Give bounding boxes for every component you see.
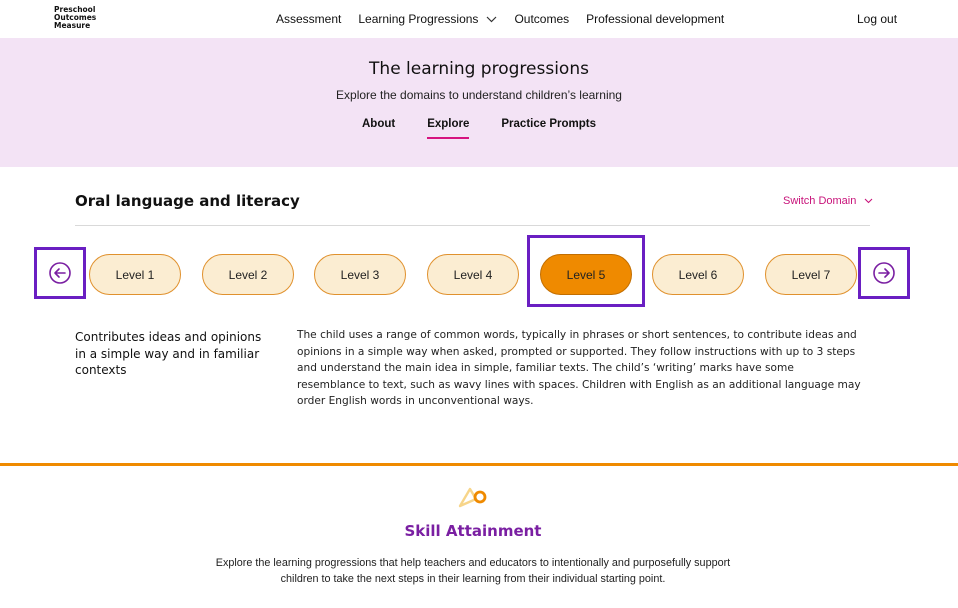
site-logo[interactable]: Preschool Outcomes Measure [54,6,114,30]
page-title: The learning progressions [369,59,589,79]
logo-line-3: Measure [54,21,91,30]
next-level-button[interactable] [858,247,910,299]
level-7-button[interactable]: Level 7 [765,254,857,295]
nav-item-label: Professional development [586,12,725,26]
divider [75,225,870,226]
switch-domain-label: Switch Domain [783,195,857,207]
chevron-down-icon [486,12,497,26]
hero-banner: The learning progressions Explore the do… [0,38,958,167]
page-subtitle: Explore the domains to understand childr… [336,88,622,102]
section-divider [0,463,958,466]
level-3-button[interactable]: Level 3 [314,254,406,295]
switch-domain-button[interactable]: Switch Domain [783,195,873,207]
tab-about[interactable]: About [362,118,395,136]
logout-link[interactable]: Log out [857,12,897,26]
nav-item-outcomes[interactable]: Outcomes [514,12,569,26]
nav-item-assessment[interactable]: Assessment [276,12,341,26]
domain-title: Oral language and literacy [75,192,300,210]
nav-item-professional-development[interactable]: Professional development [586,12,724,26]
level-description: The child uses a range of common words, … [297,329,861,408]
arrow-right-icon [873,262,895,284]
skill-attainment-icon [458,487,487,508]
top-navigation: Preschool Outcomes Measure Assessment Le… [0,0,958,38]
nav-item-label: Outcomes [514,12,570,26]
level-heading: Contributes ideas and opinions in a simp… [75,330,262,377]
previous-level-button[interactable] [34,247,86,299]
level-2-button[interactable]: Level 2 [202,254,294,295]
nav-item-learning-progressions[interactable]: Learning Progressions [358,12,497,26]
tab-practice-prompts[interactable]: Practice Prompts [501,118,596,136]
tab-explore[interactable]: Explore [427,118,470,139]
skill-attainment-text: Explore the learning progressions that h… [215,557,731,585]
nav-item-label: Learning Progressions [358,12,479,26]
sub-tabs: About Explore Practice Prompts [0,118,958,139]
nav-item-label: Assessment [276,12,342,26]
skill-attainment-title: Skill Attainment [404,522,542,540]
arrow-left-icon [49,262,71,284]
level-5-button[interactable]: Level 5 [540,254,632,295]
level-4-button[interactable]: Level 4 [427,254,519,295]
level-1-button[interactable]: Level 1 [89,254,181,295]
main-nav: Assessment Learning Progressions Outcome… [276,0,741,38]
chevron-down-icon [864,198,873,204]
level-6-button[interactable]: Level 6 [652,254,744,295]
